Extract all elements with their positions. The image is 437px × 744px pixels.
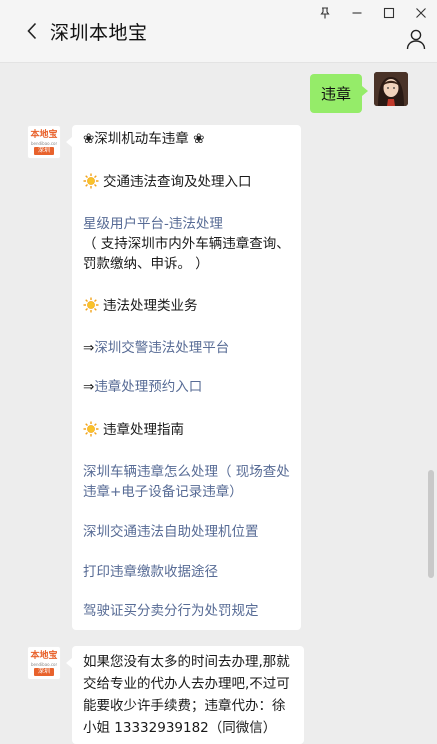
window-title: 深圳本地宝 [50, 22, 148, 44]
police-platform-row: ⇒深圳交警违法处理平台 [83, 338, 229, 358]
agent-line-4: 小姐 13332939182（同微信） [83, 720, 277, 736]
profile-button[interactable] [405, 28, 427, 50]
scrollbar-thumb[interactable] [428, 470, 434, 578]
pin-button[interactable] [309, 0, 341, 26]
title-bar: 深圳本地宝 [0, 0, 437, 63]
link-license-points[interactable]: 驾驶证买分卖分行为处罚规定 [83, 601, 259, 621]
minimize-button[interactable] [341, 0, 373, 26]
incoming-message: 本地宝 bendibao.com 深圳 如果您没有太多的时间去办理,那就 交给专… [27, 646, 304, 744]
bot-logo-subtitle: bendibao.com [31, 662, 57, 667]
section-title-guide: 违章处理指南 [83, 420, 184, 440]
close-icon [416, 8, 426, 18]
appointment-row: ⇒违章处理预约入口 [83, 377, 202, 397]
desc-line-2: 罚款缴纳、申诉。 ） [83, 256, 209, 272]
chevron-left-icon [27, 22, 37, 40]
person-icon [406, 29, 426, 50]
user-avatar-image [374, 72, 408, 106]
section-title-business-text: 违法处理类业务 [103, 298, 198, 314]
sun-icon [83, 173, 99, 189]
bot-avatar[interactable]: 本地宝 bendibao.com 深圳 [27, 646, 61, 680]
maximize-button[interactable] [373, 0, 405, 26]
bot-logo-subtitle: bendibao.com [31, 141, 57, 146]
agent-line-1: 如果您没有太多的时间去办理,那就 [83, 654, 290, 670]
maximize-icon [383, 7, 395, 19]
section-title-query: 交通违法查询及处理入口 [83, 172, 252, 192]
outgoing-bubble[interactable]: 违章 [309, 74, 369, 113]
incoming-message: 本地宝 bendibao.com 深圳 ❀深圳机动车违章 ❀ 交通违法查询及处理… [27, 125, 301, 630]
reply-heading: ❀深圳机动车违章 ❀ [83, 131, 205, 147]
agent-line-2: 交给专业的代办人去办理吧,不过可 [83, 676, 290, 692]
agent-line-3: 能要收少许手续费；违章代办：徐 [83, 698, 286, 714]
link-print-receipt[interactable]: 打印违章缴款收据途径 [83, 562, 218, 582]
arrow-prefix: ⇒ [83, 379, 95, 395]
bot-logo-city: 深圳 [34, 668, 54, 676]
back-button[interactable] [22, 20, 42, 42]
link-self-service-machine[interactable]: 深圳交通违法自助处理机位置 [83, 522, 259, 542]
section-title-query-text: 交通违法查询及处理入口 [103, 174, 252, 190]
bot-logo-text: 本地宝 [30, 130, 58, 140]
arrow-prefix: ⇒ [83, 340, 95, 356]
bot-logo-city: 深圳 [34, 147, 54, 155]
link-police-platform[interactable]: 深圳交警违法处理平台 [94, 340, 229, 356]
user-avatar[interactable] [374, 72, 408, 106]
section-title-guide-text: 违章处理指南 [103, 422, 184, 438]
reply-bubble-agent: 如果您没有太多的时间去办理,那就 交给专业的代办人去办理吧,不过可 能要收少许手… [66, 646, 304, 744]
sun-icon [83, 297, 99, 313]
bot-logo-text: 本地宝 [30, 651, 58, 661]
link-guide-line-1[interactable]: 深圳车辆违章怎么处理（ 现场查处 [83, 462, 290, 482]
window-controls [309, 0, 437, 26]
outgoing-message: 违章 [309, 72, 408, 113]
link-star-platform[interactable]: 星级用户平台-违法处理 [83, 214, 223, 234]
desc-line-1: （ 支持深圳市内外车辆违章查询、 [83, 236, 290, 252]
close-button[interactable] [405, 0, 437, 26]
link-appointment[interactable]: 违章处理预约入口 [94, 379, 202, 395]
reply-bubble: ❀深圳机动车违章 ❀ 交通违法查询及处理入口 星级用户平台-违法处理 （ 支持深… [66, 125, 301, 630]
link-guide-line-2[interactable]: 违章+电子设备记录违章） [83, 482, 243, 502]
sun-icon [83, 421, 99, 437]
pin-icon [320, 7, 330, 19]
section-title-business: 违法处理类业务 [83, 296, 198, 316]
minimize-icon [352, 12, 362, 14]
bot-avatar[interactable]: 本地宝 bendibao.com 深圳 [27, 125, 61, 159]
